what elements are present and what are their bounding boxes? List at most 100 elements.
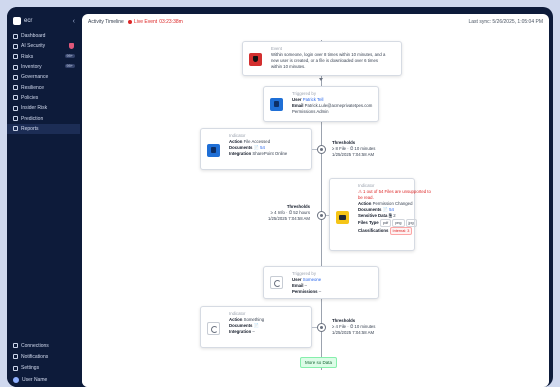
alert-shield-icon xyxy=(249,53,262,66)
page-title: Activity Timeline xyxy=(88,19,124,25)
inventory-icon xyxy=(13,64,18,70)
threshold-rule: ≥ 8 File · ⏱ 10 minutes xyxy=(332,146,376,151)
chart-icon xyxy=(13,85,18,91)
sidebar-item-connections[interactable]: Connections xyxy=(7,340,80,351)
live-label: Live Event xyxy=(133,19,158,25)
file-type-chip: jpg xyxy=(405,219,417,227)
action-value: Permission Changed xyxy=(372,201,413,206)
threshold-time: 1/25/2025 7:04:58 AM xyxy=(332,330,375,335)
grid-icon xyxy=(13,33,18,39)
sidebar-bottom: Connections Notifications Settings User … xyxy=(7,340,80,385)
card-eyebrow: Triggered by xyxy=(292,271,316,276)
field-label: User xyxy=(292,97,302,102)
sidebar-item-label: Resilience xyxy=(21,84,45,91)
documents-icon: 📄 xyxy=(382,207,388,212)
threshold-rule: ≥ 4 Info · ⏱ 52 hours xyxy=(270,210,310,215)
more-data-button[interactable]: More so Data xyxy=(300,357,338,368)
field-label: Action xyxy=(229,139,243,144)
field-label: Integration xyxy=(229,151,252,156)
trigger-card[interactable]: Triggered by User Patrick Tell Email Pat… xyxy=(263,86,379,122)
sidebar-item-label: Connections xyxy=(21,342,49,349)
indicator-card[interactable]: Indicator ⚠ 1 out of 54 Files are unsupp… xyxy=(329,178,431,251)
field-label: User xyxy=(292,277,302,282)
sidebar-item-user[interactable]: User Name xyxy=(7,374,80,385)
header: Activity Timeline Live Event 03:23:38m L… xyxy=(82,14,549,30)
live-time: 03:23:38m xyxy=(159,19,183,25)
threshold-time: 1/25/2025 7:04:58 AM xyxy=(267,216,310,221)
indicator-card[interactable]: Indicator Action File Accessed Documents… xyxy=(200,128,312,170)
user-link[interactable]: Someone xyxy=(303,277,321,282)
risk-icon xyxy=(13,54,18,60)
threshold-block: Thresholds ≥ 4 Info · ⏱ 52 hours 1/25/20… xyxy=(252,204,310,222)
app-frame: ecr ‹ Dashboard AI Security Risks 99+ Inv… xyxy=(7,7,553,387)
sidebar-item-risks[interactable]: Risks 99+ xyxy=(7,52,80,62)
field-label: Documents xyxy=(229,323,253,328)
sidebar-item-reports[interactable]: Reports xyxy=(7,123,80,134)
field-label: Permissions xyxy=(292,109,316,114)
brand-name: ecr xyxy=(24,18,33,24)
field-label: Permissions xyxy=(292,289,318,294)
collapse-icon[interactable]: ‹ xyxy=(73,18,75,25)
field-label: Documents xyxy=(358,207,382,212)
action-value: File Accessed xyxy=(243,139,271,144)
folder-lock-icon xyxy=(336,211,349,224)
indicator-card[interactable]: Indicator Action Something Documents 📄 I… xyxy=(200,306,312,348)
sidebar-item-inventory[interactable]: Inventory 99+ xyxy=(7,62,80,72)
last-sync: Last sync: 5/26/2025, 1:05:04 PM xyxy=(468,19,544,25)
sidebar-item-settings[interactable]: Settings xyxy=(7,363,80,374)
sidebar-item-label: Reports xyxy=(21,125,39,132)
avatar xyxy=(13,376,19,383)
sidebar-item-insider-risk[interactable]: Insider Risk xyxy=(7,103,80,113)
sidebar-item-notifications[interactable]: Notifications xyxy=(7,351,80,362)
sidebar-item-dashboard[interactable]: Dashboard xyxy=(7,31,80,41)
file-type-chip: png xyxy=(392,219,405,227)
timeline-node-icon xyxy=(317,211,326,220)
loading-icon xyxy=(207,322,220,335)
field-label: Email xyxy=(292,283,304,288)
sidebar-item-label: Policies xyxy=(21,94,39,101)
sidebar: ecr ‹ Dashboard AI Security Risks 99+ Inv… xyxy=(7,7,80,387)
threshold-title: Thresholds xyxy=(286,204,310,209)
documents-count[interactable]: 54 xyxy=(260,145,265,150)
integration-value: – xyxy=(252,329,255,334)
sidebar-item-label: AI Security xyxy=(21,43,46,50)
sidebar-item-resilience[interactable]: Resilience xyxy=(7,82,80,92)
event-card[interactable]: Event Within someone, login over 8 times… xyxy=(242,41,402,76)
sidebar-item-governance[interactable]: Governance xyxy=(7,72,80,82)
sharepoint-icon xyxy=(207,144,220,157)
sidebar-item-prediction[interactable]: Prediction xyxy=(7,113,80,123)
field-label: Integration xyxy=(229,329,252,334)
logo-icon xyxy=(13,17,21,25)
user-link[interactable]: Patrick Tell xyxy=(303,97,324,102)
card-eyebrow: Indicator xyxy=(229,133,246,138)
user-name: User Name xyxy=(22,376,48,383)
sensitive-icon: 🗎 xyxy=(388,213,393,218)
gear-icon xyxy=(13,365,18,371)
bell-icon xyxy=(13,354,18,360)
trigger-card[interactable]: Triggered by User Someone Email – Permis… xyxy=(263,266,379,299)
plug-icon xyxy=(13,343,18,349)
card-eyebrow: Indicator xyxy=(358,183,375,188)
sidebar-item-policies[interactable]: Policies xyxy=(7,93,80,103)
sidebar-item-label: Risks xyxy=(21,53,34,60)
documents-icon: 📄 xyxy=(253,323,259,328)
user-icon xyxy=(13,105,18,111)
sidebar-item-label: Governance xyxy=(21,74,49,81)
card-eyebrow: Event xyxy=(271,46,282,51)
permission-value: – xyxy=(318,289,322,294)
documents-count[interactable]: 54 xyxy=(389,207,394,212)
email-value: – xyxy=(304,283,308,288)
email-value: Patrick.Lule@acmeprivatetpes.com xyxy=(304,103,373,108)
action-value: Something xyxy=(243,317,265,322)
prediction-icon xyxy=(13,116,18,122)
sidebar-item-label: Notifications xyxy=(21,353,49,360)
live-dot-icon xyxy=(127,20,132,24)
loading-icon xyxy=(270,276,283,289)
timeline-canvas: Event Within someone, login over 8 times… xyxy=(82,30,549,387)
field-label: Sensitive Data xyxy=(358,213,388,218)
classification-chip: Internal: 3 xyxy=(389,227,413,235)
field-label: Email xyxy=(292,103,304,108)
field-label: Action xyxy=(358,201,372,206)
count-badge: 99+ xyxy=(64,63,75,68)
sidebar-item-ai-security[interactable]: AI Security xyxy=(7,41,80,51)
